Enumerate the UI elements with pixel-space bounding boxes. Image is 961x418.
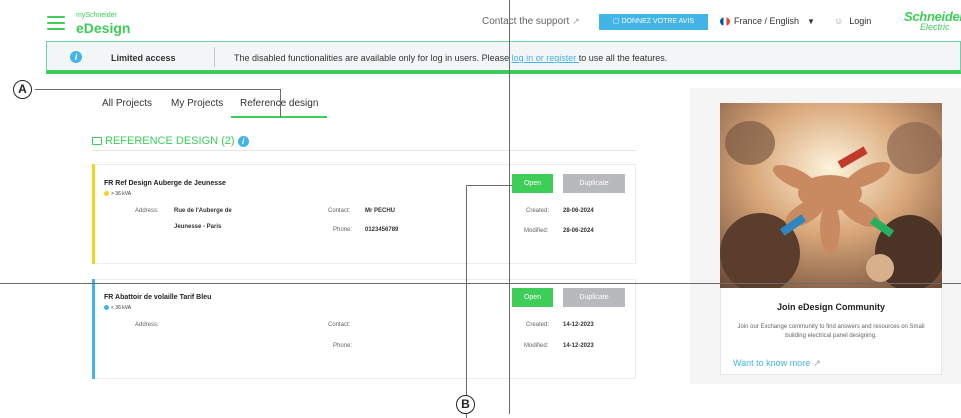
created-label: Created:: [526, 208, 550, 214]
guide-line-horizontal: [0, 283, 961, 284]
external-link-icon: ↗: [572, 16, 580, 26]
power-tag: > 36 kVA: [104, 191, 131, 197]
project-card: [92, 164, 636, 264]
hamburger-menu-icon[interactable]: [47, 16, 65, 30]
address-value-line2: Jeunesse - Paris: [174, 224, 222, 230]
created-label: Created:: [526, 322, 550, 328]
callout-b-leader-vertical: [466, 185, 467, 418]
power-tag: < 36 kVA: [104, 305, 131, 311]
open-button[interactable]: Open: [512, 174, 553, 193]
chevron-down-icon: ▼: [807, 16, 815, 26]
section-title: REFERENCE DESIGN (2): [105, 135, 235, 147]
created-value: 14-12-2023: [563, 322, 594, 328]
login-label: Login: [849, 16, 872, 26]
phone-label: Phone:: [333, 343, 353, 349]
contact-value: Mr PECHU: [365, 208, 396, 214]
external-link-icon: ↗: [813, 358, 821, 368]
folder-icon: [92, 137, 102, 145]
banner-divider: [214, 47, 215, 67]
callout-b-marker: B: [456, 395, 475, 414]
banner-message-pre: The disabled functionalities are availab…: [234, 53, 512, 63]
card-accent-bar: [92, 279, 95, 379]
community-title: Join eDesign Community: [776, 302, 885, 312]
phone-value: 0123456789: [365, 227, 399, 233]
brand-subtitle: mySchneider: [76, 12, 117, 19]
modified-label: Modified:: [524, 228, 549, 234]
want-to-know-more-link[interactable]: Want to know more ↗: [733, 358, 821, 369]
info-icon: i: [70, 51, 82, 63]
created-value: 28-06-2024: [563, 208, 594, 214]
card-accent-bar: [92, 164, 95, 264]
project-title: FR Abattoir de volaille Tarif Bleu: [104, 294, 212, 301]
project-title: FR Ref Design Auberge de Jeunesse: [104, 180, 226, 187]
guide-line-vertical: [509, 0, 510, 414]
contact-support-label: Contact the support: [482, 16, 570, 27]
banner-message: The disabled functionalities are availab…: [234, 53, 667, 63]
schneider-logo-sub: Electric: [920, 22, 950, 32]
duplicate-button: Duplicate: [563, 288, 625, 307]
section-divider: [92, 150, 637, 151]
chat-icon: ▢: [612, 18, 620, 25]
open-button[interactable]: Open: [512, 288, 553, 307]
tab-all-projects[interactable]: All Projects: [102, 98, 152, 109]
login-link[interactable]: ☺ Login: [834, 16, 871, 26]
contact-label: Contact:: [328, 208, 351, 214]
user-icon: ☺: [834, 16, 844, 26]
power-tag-label: < 36 kVA: [111, 305, 132, 311]
address-label: Address:: [135, 208, 159, 214]
callout-a-leader-vertical: [280, 89, 281, 117]
feedback-button[interactable]: ▢ DONNEZ VOTRE AVIS: [599, 14, 708, 30]
modified-value: 28-06-2024: [563, 228, 594, 234]
language-label: France / English: [734, 16, 800, 26]
address-value-line1: Rue de l'Auberge de: [174, 208, 232, 214]
power-tag-label: > 36 kVA: [111, 191, 132, 197]
modified-value: 14-12-2023: [563, 343, 594, 349]
status-dot-icon: [104, 191, 109, 197]
contact-label: Contact:: [328, 322, 351, 328]
callout-a-marker: A: [13, 80, 32, 99]
phone-label: Phone:: [333, 227, 353, 233]
help-icon[interactable]: i: [237, 135, 249, 147]
feedback-label: DONNEZ VOTRE AVIS: [621, 18, 695, 25]
community-photo: [720, 103, 942, 288]
community-description: Join our Exchange community to find answ…: [737, 324, 925, 339]
tab-my-projects[interactable]: My Projects: [171, 98, 223, 109]
contact-support-link[interactable]: Contact the support ↗: [482, 16, 580, 27]
address-label: Address:: [135, 322, 159, 328]
callout-a-leader: [35, 89, 280, 90]
status-dot-icon: [104, 305, 109, 311]
login-register-link[interactable]: log in or register: [512, 53, 579, 63]
brand-title[interactable]: eDesign: [76, 20, 130, 36]
callout-b-leader: [466, 185, 512, 186]
want-to-know-more-label: Want to know more: [733, 358, 811, 368]
modified-label: Modified:: [524, 343, 549, 349]
section-heading: REFERENCE DESIGN (2) i: [92, 135, 249, 147]
language-selector[interactable]: France / English ▼: [720, 16, 815, 26]
banner-message-post: to use all the features.: [578, 53, 668, 63]
france-flag-icon: [720, 16, 730, 26]
banner-title: Limited access: [111, 53, 176, 63]
duplicate-button: Duplicate: [563, 174, 625, 193]
